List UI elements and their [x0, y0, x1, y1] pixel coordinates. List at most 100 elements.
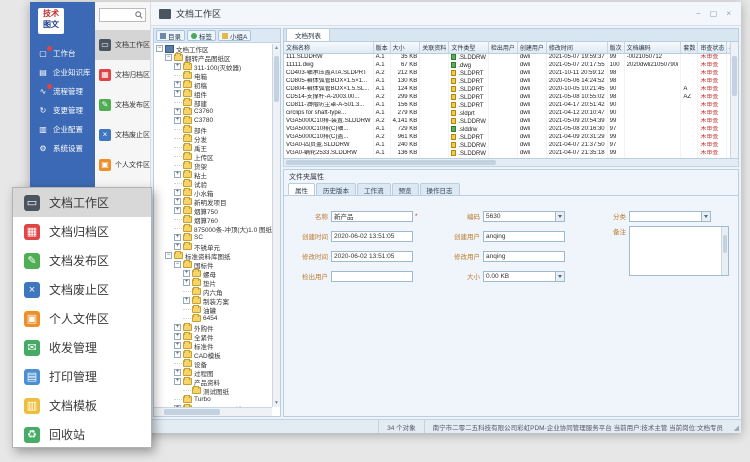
popup-item-personal-files[interactable]: ▣个人文件区 [13, 304, 151, 333]
popup-item-print-manage[interactable]: ▤打印管理 [13, 362, 151, 391]
tree-node[interactable]: 货架 [156, 161, 272, 170]
tree-node[interactable]: 电箱 [156, 71, 272, 80]
popup-item-doc-workspace[interactable]: ▭文档工作区 [13, 188, 151, 217]
column-header-name[interactable]: 文档名称 [284, 42, 373, 53]
sidebar-item-knowledge-base[interactable]: ▤企业知识库 [30, 63, 95, 82]
popup-item-doc-publish[interactable]: ✎文档发布区 [13, 246, 151, 275]
tree-node[interactable]: 试验 [156, 179, 272, 188]
table-row[interactable]: 11111.dwgA.167 KB.dwgdwli2021-05-07 20:1… [284, 62, 739, 70]
minimize-icon[interactable]: − [696, 9, 701, 18]
sidebar-item-change-manage[interactable]: ↻变更管理 [30, 101, 95, 120]
modify-time-field[interactable] [331, 251, 413, 262]
collapse-icon[interactable]: − [156, 45, 163, 52]
note-scrollbar[interactable] [721, 227, 728, 275]
table-hscroll-thumb[interactable] [286, 160, 496, 165]
tree-node[interactable]: 6454 [156, 314, 272, 323]
column-header-status[interactable]: 审查状态 [698, 42, 727, 53]
tab-document-list[interactable]: 文档列表 [286, 28, 330, 41]
tree-tab-1[interactable]: 标签 [187, 30, 216, 41]
table-row[interactable]: VGA0-四页盖.SLDDRWA.1240 KB.SLDDRWdwli2021-… [284, 142, 739, 150]
sidebar-item-process-manage[interactable]: ∿流程管理 [30, 82, 95, 101]
tree-node[interactable]: 测试图纸 [156, 386, 272, 395]
expand-icon[interactable]: + [174, 90, 181, 97]
tree-node[interactable]: +初稿 [156, 80, 272, 89]
collapse-icon[interactable]: − [165, 54, 172, 61]
tree-node[interactable]: +全紧件 [156, 332, 272, 341]
expand-icon[interactable]: + [174, 117, 181, 124]
sidebar-item-workbench[interactable]: ▢工作台 [30, 44, 95, 63]
scroll-up-arrow[interactable]: ▲ [273, 44, 280, 52]
expand-icon[interactable]: + [174, 207, 181, 214]
tree-node[interactable]: +CAD模板 [156, 350, 272, 359]
maximize-icon[interactable]: ▢ [710, 9, 718, 18]
category-dropdown-arrow[interactable] [701, 211, 711, 222]
table-row[interactable]: 111.SLDDRWA.135 KB.SLDDRWdwli2021-05-07 … [284, 53, 739, 62]
popup-item-send-receive[interactable]: ✉收发管理 [13, 333, 151, 362]
scroll-down-arrow[interactable]: ▼ [273, 399, 280, 407]
column-header-rev[interactable]: 版次 [607, 42, 624, 53]
table-row[interactable]: CD514-支撑杆-A-2003.00...A.2299 KB.SLDPRTdw… [284, 94, 739, 102]
code-dropdown-arrow[interactable] [555, 211, 565, 222]
table-row[interactable]: CD403-轴承压盖ATA.SLDPRTA.2212 KB.SLDPRTdwli… [284, 70, 739, 78]
collapse-icon[interactable]: − [165, 252, 172, 259]
tree-node[interactable]: +C3780 [156, 116, 272, 125]
detail-tab-1[interactable]: 历史版本 [316, 183, 356, 195]
tree-node[interactable]: 禹王 [156, 143, 272, 152]
search-icon[interactable] [135, 11, 143, 19]
size-dropdown-arrow[interactable] [555, 271, 565, 282]
tree-scroll-thumb[interactable] [274, 56, 279, 102]
tree-node[interactable]: 875000条-冲顶(大)1.0 图纸 [156, 224, 272, 233]
column-header-set[interactable]: 套数 [681, 42, 698, 53]
tree-node[interactable]: 设备 [156, 359, 272, 368]
expand-icon[interactable]: + [174, 108, 181, 115]
column-header-size[interactable]: 大小 [390, 42, 420, 53]
tree-vertical-scrollbar[interactable]: ▲ ▼ [272, 44, 280, 407]
module-item-doc-publish[interactable]: ✎文档发布区 [95, 90, 150, 120]
tree-node[interactable]: +组件 [156, 89, 272, 98]
table-row[interactable]: VGA5000C10排(C)盖...A.2961 KB.SLDPRTdwli20… [284, 134, 739, 142]
tree-hscroll-thumb[interactable] [164, 409, 220, 415]
module-item-personal-files[interactable]: ▣个人文件区 [95, 150, 150, 180]
sidebar-item-enterprise-config[interactable]: ▥企业配置 [30, 120, 95, 139]
resize-grip[interactable]: ◢ [731, 420, 741, 433]
column-header-co[interactable]: 检出用户 [488, 42, 517, 53]
tree-node[interactable]: 上传区 [156, 152, 272, 161]
expand-icon[interactable]: + [174, 333, 181, 340]
detail-tab-3[interactable]: 预览 [392, 183, 419, 195]
table-row[interactable]: CD805-箱体弧管BOX×1.5×1...A.1130 KB.SLDPRTdw… [284, 78, 739, 86]
expand-icon[interactable]: + [174, 198, 181, 205]
module-item-doc-workspace[interactable]: ▭文档工作区 [95, 30, 150, 60]
expand-icon[interactable]: + [174, 234, 181, 241]
table-row[interactable]: CD804-箱体弧管BOX×1.5.SL...A.1124 KB.SLDPRTd… [284, 86, 739, 94]
tree-node[interactable]: 部件 [156, 125, 272, 134]
detail-tab-0[interactable]: 属性 [288, 183, 315, 195]
popup-item-doc-abolish[interactable]: ×文档废止区 [13, 275, 151, 304]
column-header-cu[interactable]: 创建用户 [517, 42, 546, 53]
column-header-time[interactable]: 修改时间 [546, 42, 607, 53]
expand-icon[interactable]: + [174, 369, 181, 376]
expand-icon[interactable]: + [174, 342, 181, 349]
create-user-field[interactable] [483, 231, 565, 242]
table-row[interactable]: VGA0-蜗轮2533.SLDDRWA.1136 KB.SLDDRWdwli20… [284, 150, 739, 158]
tree-horizontal-scrollbar[interactable] [154, 407, 272, 416]
modify-user-field[interactable] [483, 251, 565, 262]
expand-icon[interactable]: + [174, 351, 181, 358]
expand-icon[interactable]: + [174, 243, 181, 250]
detail-tab-2[interactable]: 工作流 [357, 183, 391, 195]
tree-node[interactable]: 部建 [156, 98, 272, 107]
expand-icon[interactable]: + [174, 171, 181, 178]
expand-icon[interactable]: + [183, 279, 190, 286]
expand-icon[interactable]: + [174, 81, 181, 88]
table-row[interactable]: VGA5000C10排-装置.SLDDRWA.24,141 KB.SLDDRWd… [284, 118, 739, 126]
code-field[interactable] [483, 211, 555, 222]
create-time-field[interactable] [331, 231, 413, 242]
popup-item-recycle-bin[interactable]: ♻回收站 [13, 420, 151, 449]
detail-tab-4[interactable]: 操作日志 [420, 183, 460, 195]
table-row[interactable]: circlips for shaft-type...A.1279 KB.sldp… [284, 110, 739, 118]
search-input[interactable] [102, 10, 135, 20]
column-header-type[interactable]: 文件类型 [449, 42, 489, 53]
tree-node[interactable]: +外购件 [156, 323, 272, 332]
expand-icon[interactable]: + [183, 297, 190, 304]
category-field[interactable] [629, 211, 701, 222]
tree-node[interactable]: 分发 [156, 134, 272, 143]
